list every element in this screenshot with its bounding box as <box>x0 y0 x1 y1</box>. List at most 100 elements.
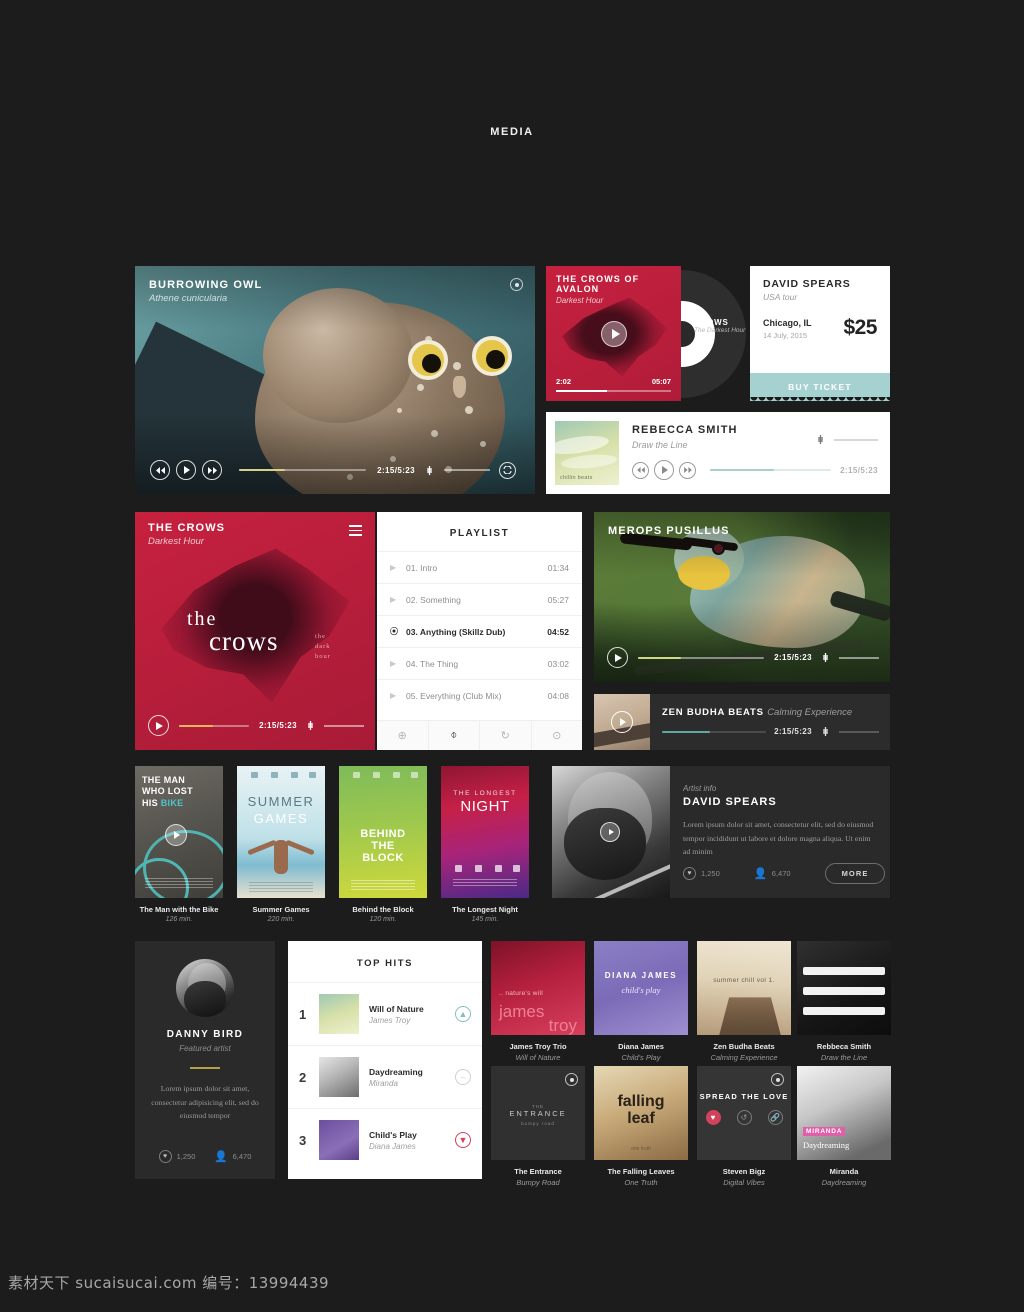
top-hit-row[interactable]: 2 Daydreaming Miranda – <box>288 1045 482 1108</box>
play-icon[interactable] <box>607 647 628 668</box>
player-controls[interactable]: 2:15/5:23 <box>607 647 879 668</box>
repeat-icon[interactable]: ↺ <box>736 1110 752 1125</box>
album-tile[interactable]: falling leaf one truth The Falling Leave… <box>594 1066 688 1187</box>
album-tile[interactable]: SPREAD THE LOVE ♥ ↺ 🔗 Steven Bigz Digita… <box>697 1066 791 1187</box>
merops-video-player[interactable]: MEROPS PUSILLUS 2:15/5:23 <box>594 512 890 682</box>
play-icon[interactable] <box>611 711 633 733</box>
cover-line-1: DIANA JAMES <box>604 971 678 980</box>
playlist-track[interactable]: ▶ 05. Everything (Club Mix) 04:08 <box>377 679 582 711</box>
movie-poster[interactable]: THE MAN WHO LOST HIS BIKE The Man with the… <box>135 766 223 923</box>
progress-bar[interactable] <box>662 730 767 733</box>
poster-image[interactable]: THE MAN WHO LOST HIS BIKE <box>135 766 223 898</box>
volume-control[interactable] <box>815 434 878 445</box>
owl-player-controls[interactable]: 2:15/5:23 <box>150 460 522 480</box>
play-icon[interactable]: ▶ <box>390 563 406 572</box>
album-cover[interactable]: MIRANDA Daydreaming <box>797 1066 891 1160</box>
download-circle-icon[interactable]: ⊙ <box>530 721 583 750</box>
album-tile[interactable]: DIANA JAMES child's play Diana James Chi… <box>594 941 688 1062</box>
heart-icon[interactable]: ♥ <box>705 1110 721 1125</box>
album-cover[interactable]: SPREAD THE LOVE ♥ ↺ 🔗 <box>697 1066 791 1160</box>
album-cover[interactable]: THE ENTRANCE bumpy road <box>491 1066 585 1160</box>
play-icon[interactable] <box>654 460 674 480</box>
progress-bar[interactable] <box>638 656 765 659</box>
menu-icon[interactable] <box>349 525 362 539</box>
volume-icon[interactable] <box>815 434 826 445</box>
progress-bar[interactable] <box>556 390 671 392</box>
hit-trend-icon[interactable]: ▲ <box>455 1006 471 1022</box>
play-icon[interactable] <box>165 824 187 846</box>
playlist-track[interactable]: ▶ 02. Something 05:27 <box>377 583 582 615</box>
hit-trend-icon[interactable]: – <box>455 1069 471 1085</box>
progress-bar[interactable] <box>179 724 250 727</box>
pause-icon[interactable]: ⦿ <box>390 626 406 637</box>
trash-icon[interactable]: ⌽ <box>427 721 480 750</box>
poster-image[interactable]: SUMMER GAMES <box>237 766 325 898</box>
hit-trend-icon[interactable]: ▼ <box>455 1132 471 1148</box>
volume-icon[interactable] <box>424 465 435 476</box>
volume-slider[interactable] <box>839 656 879 659</box>
playlist-track[interactable]: ▶ 04. The Thing 03:02 <box>377 647 582 679</box>
top-hit-row[interactable]: 1 Will of Nature James Troy ▲ <box>288 982 482 1045</box>
album-cover[interactable] <box>797 941 891 1035</box>
play-icon[interactable] <box>148 715 169 736</box>
movie-poster[interactable]: THE LONGEST NIGHT The Longest Night 145 … <box>441 766 529 923</box>
volume-slider[interactable] <box>839 730 879 733</box>
top-hit-row[interactable]: 3 Child's Play Diana James ▼ <box>288 1108 482 1171</box>
plus-circle-icon[interactable]: ⊕ <box>377 721 428 750</box>
player-controls[interactable]: 2:15/5:23 <box>148 715 364 736</box>
concert-ticket-card[interactable]: DAVID SPEARS USA tour Chicago, IL 14 Jul… <box>750 266 890 401</box>
rewind-icon[interactable] <box>632 461 649 479</box>
album-cover[interactable]: summer chill vol 1. <box>697 941 791 1035</box>
record-icon[interactable] <box>771 1073 784 1086</box>
followers-stat: 👤 6,470 <box>214 1150 251 1163</box>
playlist-toolbar[interactable]: ⊕ ⌽ ↻ ⊙ <box>377 720 582 750</box>
crows-album-card[interactable]: the crows the dark hour THE CROWS Darkes… <box>135 512 375 750</box>
movie-poster[interactable]: BEHIND THE BLOCK Behind the Block 120 min. <box>339 766 427 923</box>
avalon-album-card[interactable]: CROWS The Darkest Hour THE CROWS OF AVAL… <box>546 266 746 401</box>
play-icon[interactable]: ▶ <box>390 691 406 700</box>
rewind-icon[interactable] <box>150 460 170 480</box>
play-icon[interactable]: ▶ <box>390 595 406 604</box>
player-controls[interactable]: 2:15/5:23 <box>662 726 879 737</box>
player-controls[interactable]: 2:15/5:23 <box>632 460 878 480</box>
album-tile[interactable]: MIRANDA Daydreaming Miranda Daydreaming <box>797 1066 891 1187</box>
album-tile[interactable]: THE ENTRANCE bumpy road The Entrance Bum… <box>491 1066 585 1187</box>
link-icon[interactable]: 🔗 <box>767 1110 783 1125</box>
movie-poster[interactable]: SUMMER GAMES Summer Games 220 min. <box>237 766 325 923</box>
share-actions[interactable]: ♥ ↺ 🔗 <box>697 1110 791 1125</box>
volume-icon[interactable] <box>305 720 316 731</box>
repeat-icon[interactable]: ↻ <box>479 721 531 750</box>
fullscreen-icon[interactable] <box>499 461 516 479</box>
more-button[interactable]: MORE <box>824 863 886 884</box>
volume-slider[interactable] <box>444 469 490 471</box>
album-tile[interactable]: Rebbeca Smith Draw the Line <box>797 941 891 1062</box>
artist-photo[interactable] <box>552 766 670 898</box>
album-cover[interactable]: DIANA JAMES child's play <box>594 941 688 1035</box>
volume-slider[interactable] <box>834 438 878 441</box>
volume-icon[interactable] <box>820 726 831 737</box>
forward-icon[interactable] <box>202 460 222 480</box>
record-icon[interactable] <box>510 278 523 291</box>
avalon-sleeve[interactable]: THE CROWS OF AVALON Darkest Hour 2:02 05… <box>546 266 681 401</box>
album-cover[interactable]: falling leaf one truth <box>594 1066 688 1160</box>
volume-slider[interactable] <box>324 724 364 727</box>
progress-bar[interactable] <box>710 469 832 471</box>
volume-icon[interactable] <box>820 652 831 663</box>
zen-budha-player[interactable]: ZEN BUDHA BEATS Calming Experience 2:15/… <box>594 694 890 750</box>
album-cover[interactable]: .. nature's will james troy <box>491 941 585 1035</box>
play-icon[interactable] <box>600 822 620 842</box>
play-icon[interactable] <box>176 460 196 480</box>
playlist-track[interactable]: ▶ 01. Intro 01:34 <box>377 551 582 583</box>
owl-video-player[interactable]: BURROWING OWL Athene cunicularia 2:15/5:… <box>135 266 535 494</box>
rebecca-smith-player[interactable]: chillin beats REBECCA SMITH Draw the Lin… <box>546 412 890 494</box>
play-icon[interactable] <box>601 321 627 347</box>
album-tile[interactable]: summer chill vol 1. Zen Budha Beats Calm… <box>697 941 791 1062</box>
poster-image[interactable]: BEHIND THE BLOCK <box>339 766 427 898</box>
play-icon[interactable]: ▶ <box>390 659 406 668</box>
progress-bar[interactable] <box>239 469 367 471</box>
record-icon[interactable] <box>565 1073 578 1086</box>
forward-icon[interactable] <box>679 461 696 479</box>
album-tile[interactable]: .. nature's will james troy James Troy T… <box>491 941 585 1062</box>
playlist-track[interactable]: ⦿ 03. Anything (Skillz Dub) 04:52 <box>377 615 582 647</box>
poster-image[interactable]: THE LONGEST NIGHT <box>441 766 529 898</box>
